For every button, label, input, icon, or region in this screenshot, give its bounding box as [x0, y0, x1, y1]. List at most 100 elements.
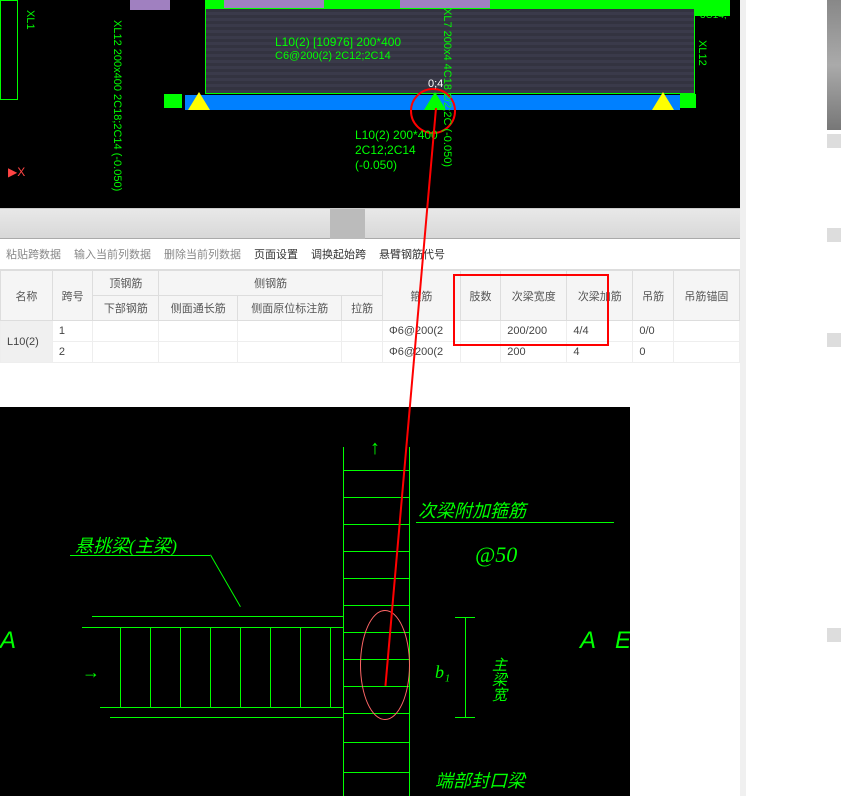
- panel-drag-bar[interactable]: [0, 209, 740, 239]
- table-row[interactable]: L10(2) 1 Φ6@200(2 200/200 4/4 0/0: [1, 321, 740, 342]
- beam-label-xl1: XL1: [23, 10, 36, 30]
- label-secondary-stirrup: 次梁附加箍筋: [418, 497, 526, 523]
- toolbar-page-setup[interactable]: 页面设置: [250, 244, 302, 264]
- diag-tie: [343, 742, 410, 743]
- header-anchor[interactable]: 吊筋锚固: [673, 271, 739, 321]
- cell-count[interactable]: [460, 321, 501, 342]
- support-marker: [652, 92, 674, 110]
- annotation-bar: [130, 0, 170, 10]
- cell-empty[interactable]: [342, 321, 383, 342]
- thumbnail-preview[interactable]: [827, 333, 841, 347]
- label-spacing-50: @50: [475, 542, 517, 568]
- toolbar-swap[interactable]: 调换起始跨: [307, 244, 370, 264]
- cell-empty[interactable]: [342, 342, 383, 363]
- beam-data-table[interactable]: 名称 跨号 顶钢筋 侧钢筋 箍筋 肢数 次梁宽度 次梁加筋 吊筋 吊筋锚固 下部…: [0, 270, 740, 363]
- diag-dim-tick: [455, 717, 475, 718]
- header-top-rebar[interactable]: 顶钢筋: [93, 271, 159, 296]
- cell-name[interactable]: L10(2): [1, 321, 53, 363]
- header-sec-width[interactable]: 次梁宽度: [501, 271, 567, 321]
- cell-sec-width[interactable]: 200/200: [501, 321, 567, 342]
- thumbnail-preview[interactable]: [827, 228, 841, 242]
- header-side-rebar[interactable]: 侧钢筋: [159, 271, 383, 296]
- section-mark-B-right: E: [615, 627, 630, 655]
- cell-stirrup[interactable]: Φ6@200(2: [382, 321, 460, 342]
- cell-empty[interactable]: [238, 321, 342, 342]
- thumbnail-preview[interactable]: [827, 628, 841, 642]
- diag-stirrup: [150, 627, 151, 707]
- cell-empty[interactable]: [159, 321, 238, 342]
- beam-label-l10: L10(2) [10976] 200*400: [275, 35, 401, 49]
- table-row[interactable]: 2 Φ6@200(2 200 4 0: [1, 342, 740, 363]
- cell-stirrup[interactable]: Φ6@200(2: [382, 342, 460, 363]
- diag-stirrup: [120, 627, 121, 707]
- diag-beam-bottom: [110, 717, 344, 718]
- drag-handle[interactable]: [330, 209, 365, 239]
- diag-tie: [343, 497, 410, 498]
- cell-count[interactable]: [460, 342, 501, 363]
- cell-span[interactable]: 2: [52, 342, 93, 363]
- cell-hanging[interactable]: 0: [633, 342, 674, 363]
- header-tie[interactable]: 拉筋: [342, 296, 383, 321]
- header-span[interactable]: 跨号: [52, 271, 93, 321]
- diag-stirrup: [300, 627, 301, 707]
- cell-sec-add[interactable]: 4: [567, 342, 633, 363]
- thumbnail-preview[interactable]: [827, 0, 841, 130]
- diag-beam-top: [92, 616, 344, 617]
- beam-label-xl12-left: XL12 200x400 2C18;2C14 (-0.050): [110, 20, 123, 191]
- cell-empty[interactable]: [93, 342, 159, 363]
- diag-column-right: [409, 447, 410, 796]
- toolbar-paste[interactable]: 粘贴跨数据: [2, 244, 65, 264]
- diag-stirrup: [180, 627, 181, 707]
- beam-label-kl15-sub: 3C14;: [700, 10, 727, 22]
- diag-tie: [343, 578, 410, 579]
- diag-dim-line: [465, 617, 466, 717]
- beam-label-l10-sub: C6@200(2) 2C12;2C14: [275, 50, 391, 63]
- diag-stirrup: [240, 627, 241, 707]
- support-marker: [188, 92, 210, 110]
- cad-plan-view[interactable]: XL1 XL12 200x400 2C18;2C14 (-0.050) L10(…: [0, 0, 740, 208]
- cell-empty[interactable]: [159, 342, 238, 363]
- toolbar-cantilever[interactable]: 悬臂钢筋代号: [375, 244, 449, 264]
- thumbnail-preview[interactable]: [827, 134, 841, 148]
- cell-span[interactable]: 1: [52, 321, 93, 342]
- header-stirrup[interactable]: 箍筋: [382, 271, 460, 321]
- cell-empty[interactable]: [238, 342, 342, 363]
- highlight-ellipse: [360, 610, 410, 720]
- cell-anchor[interactable]: [673, 321, 739, 342]
- column-marker: [680, 94, 696, 108]
- detail-diagram[interactable]: ↑ → 悬挑梁(主梁) 次梁附加箍筋 @50 A A E 端部封口梁 主梁宽 b…: [0, 407, 630, 796]
- beam-annotation-l10-3: (-0.050): [355, 158, 397, 172]
- toolbar-input[interactable]: 输入当前列数据: [70, 244, 155, 264]
- arrow-up-icon: ↑: [370, 437, 380, 460]
- header-name[interactable]: 名称: [1, 271, 53, 321]
- thumbnail-sidebar: [746, 0, 841, 796]
- beam-annotation-l10-2: 2C12;2C14: [355, 143, 416, 157]
- cell-anchor[interactable]: [673, 342, 739, 363]
- diag-tie: [343, 470, 410, 471]
- header-sec-add[interactable]: 次梁加筋: [567, 271, 633, 321]
- header-side-orig[interactable]: 侧面原位标注筋: [238, 296, 342, 321]
- cell-sec-add[interactable]: 4/4: [567, 321, 633, 342]
- diag-leader: [210, 555, 241, 607]
- diag-tie: [343, 551, 410, 552]
- header-side-through[interactable]: 侧面通长筋: [159, 296, 238, 321]
- diag-stirrup: [330, 627, 331, 707]
- cell-empty[interactable]: [93, 321, 159, 342]
- diag-tie: [343, 772, 410, 773]
- arrow-left-icon: →: [82, 662, 100, 683]
- label-end-closure-beam: 端部封口梁: [435, 767, 525, 793]
- diag-column-left: [343, 447, 344, 796]
- axis-x-label: ▶X: [8, 165, 25, 179]
- column-marker: [164, 94, 182, 108]
- data-toolbar: 粘贴跨数据 输入当前列数据 删除当前列数据 页面设置 调换起始跨 悬臂钢筋代号: [0, 239, 740, 270]
- header-hanging[interactable]: 吊筋: [633, 271, 674, 321]
- beam-label-xl12-right: XL12: [695, 40, 708, 66]
- cell-sec-width[interactable]: 200: [501, 342, 567, 363]
- toolbar-delete[interactable]: 删除当前列数据: [160, 244, 245, 264]
- column-marker-left: [0, 0, 18, 100]
- label-b1: b₁: [435, 662, 450, 683]
- cell-hanging[interactable]: 0/0: [633, 321, 674, 342]
- header-bottom-rebar[interactable]: 下部钢筋: [93, 296, 159, 321]
- header-count[interactable]: 肢数: [460, 271, 501, 321]
- diag-stirrup: [270, 627, 271, 707]
